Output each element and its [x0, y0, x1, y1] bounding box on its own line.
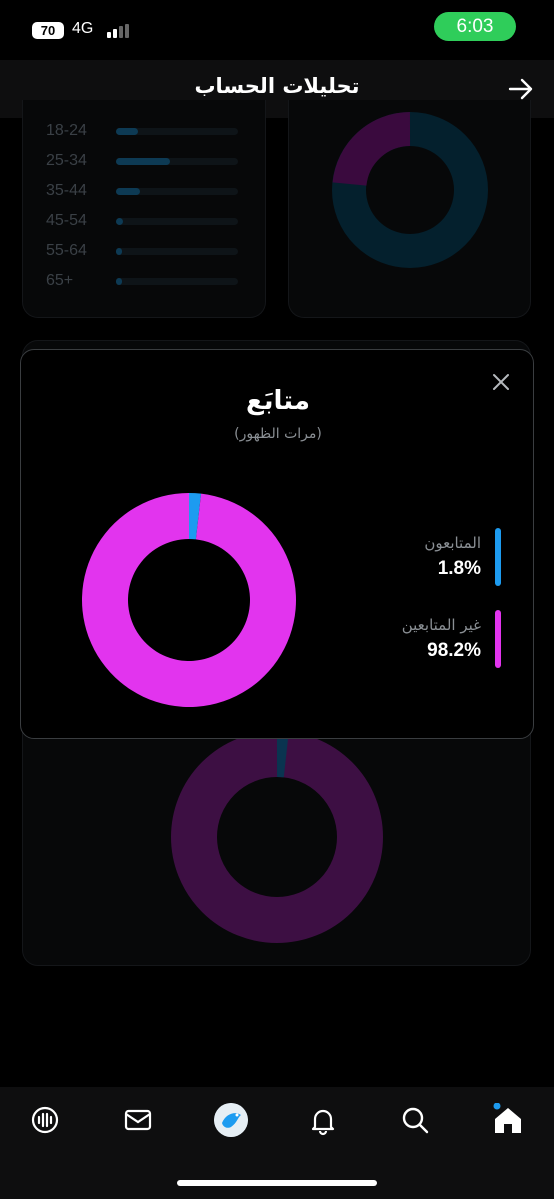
messages-icon[interactable] — [121, 1103, 155, 1137]
donut-slice-non-followers — [81, 493, 296, 707]
home-indicator — [177, 1180, 377, 1186]
age-label: 18-24 — [46, 122, 87, 139]
legend-color-followers — [495, 528, 501, 586]
age-bar-fill — [116, 158, 170, 165]
age-label: 45-54 — [46, 212, 87, 229]
notification-dot — [493, 1103, 501, 1110]
notifications-icon[interactable] — [306, 1103, 340, 1137]
search-icon[interactable] — [398, 1103, 432, 1137]
audience-donut — [332, 112, 488, 268]
page-title: تحليلات الحساب — [194, 74, 360, 98]
modal-subtitle: (مرات الظهور) — [234, 426, 322, 442]
legend-label: غير المتابعين — [401, 616, 481, 634]
status-time: 6:03 — [434, 12, 516, 41]
age-label: 55-64 — [46, 242, 87, 259]
age-bar-track — [116, 128, 238, 135]
spaces-icon[interactable] — [28, 1103, 62, 1137]
legend-item-non-followers: غير المتابعين 98.2% — [341, 610, 501, 670]
legend-item-followers: المتابعون 1.8% — [341, 528, 501, 588]
age-bar-track — [116, 278, 238, 285]
back-arrow-icon[interactable] — [508, 76, 534, 102]
close-icon[interactable] — [491, 372, 511, 392]
age-bar-track — [116, 218, 238, 225]
legend-color-non-followers — [495, 610, 501, 668]
modal-title: متابَع — [246, 386, 310, 416]
avatar[interactable] — [214, 1103, 248, 1137]
age-bar-fill — [116, 128, 138, 135]
network-type: 4G — [72, 20, 94, 37]
home-icon[interactable] — [491, 1103, 525, 1137]
legend-value: 1.8% — [437, 558, 481, 579]
age-bar-fill — [116, 188, 141, 195]
age-label: 35-44 — [46, 182, 87, 199]
age-bar-fill — [116, 218, 124, 225]
age-bar-track — [116, 248, 238, 255]
legend-value: 98.2% — [427, 640, 481, 661]
status-bar: 70 4G 6:03 — [0, 0, 554, 60]
age-label: 65+ — [46, 272, 74, 289]
battery-indicator: 70 — [32, 22, 64, 39]
age-bar-track — [116, 158, 238, 165]
age-bar-track — [116, 188, 238, 195]
age-bar-fill — [116, 278, 122, 285]
signal-icon — [107, 24, 129, 38]
age-bar-fill — [116, 248, 122, 255]
followers-donut-chart — [81, 493, 296, 707]
avatar-bird-icon — [214, 1103, 248, 1137]
age-label: 25-34 — [46, 152, 87, 169]
legend-label: المتابعون — [424, 534, 481, 552]
followers-donut-bg — [171, 731, 383, 943]
followed-modal: متابَع (مرات الظهور) المتابعون 1.8% غير … — [20, 349, 534, 739]
